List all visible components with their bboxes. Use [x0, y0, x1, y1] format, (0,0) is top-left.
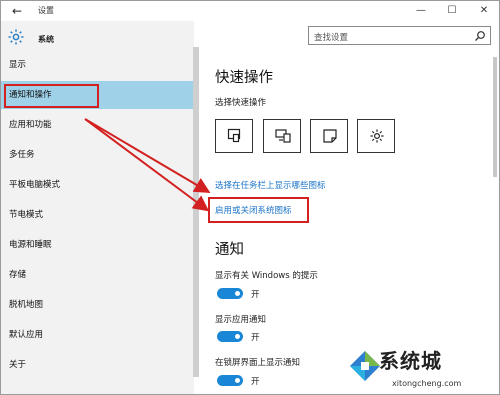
- watermark-site: xitongcheng.com: [392, 379, 462, 388]
- watermark-brand: 系统城: [379, 349, 442, 373]
- settings-window: ← 设置 — ☐ ✕ 系统 显示 通知和操作 应用和功能 多任务 平板电脑模式 …: [0, 0, 500, 395]
- arrow-to-system-icons-link: [84, 118, 210, 212]
- arrow-to-taskbar-link: [84, 118, 211, 194]
